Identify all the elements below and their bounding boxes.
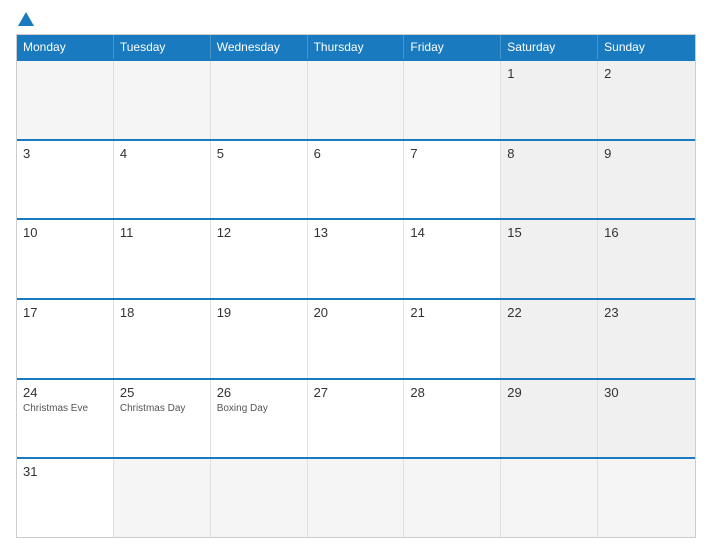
- calendar-cell: 14: [404, 220, 501, 298]
- day-number: 14: [410, 225, 494, 240]
- calendar-cell: 19: [211, 300, 308, 378]
- calendar-cell: 11: [114, 220, 211, 298]
- weekday-header-saturday: Saturday: [501, 35, 598, 59]
- calendar-cell: 9: [598, 141, 695, 219]
- calendar-cell: 30: [598, 380, 695, 458]
- calendar: MondayTuesdayWednesdayThursdayFridaySatu…: [16, 34, 696, 538]
- day-event: Christmas Eve: [23, 402, 107, 415]
- day-number: 4: [120, 146, 204, 161]
- day-number: 24: [23, 385, 107, 400]
- day-number: 16: [604, 225, 689, 240]
- calendar-cell: 17: [17, 300, 114, 378]
- calendar-cell: 23: [598, 300, 695, 378]
- calendar-row-3: 10 11 12 13 14 15 16: [17, 218, 695, 298]
- calendar-cell: [308, 61, 405, 139]
- day-number: 9: [604, 146, 689, 161]
- day-number: 7: [410, 146, 494, 161]
- calendar-cell: 1: [501, 61, 598, 139]
- calendar-cell: 25 Christmas Day: [114, 380, 211, 458]
- day-number: 22: [507, 305, 591, 320]
- header: [16, 12, 696, 26]
- logo: [16, 12, 36, 26]
- day-number: 15: [507, 225, 591, 240]
- calendar-cell: 13: [308, 220, 405, 298]
- day-number: 5: [217, 146, 301, 161]
- day-number: 6: [314, 146, 398, 161]
- day-number: 3: [23, 146, 107, 161]
- day-number: 17: [23, 305, 107, 320]
- calendar-row-2: 3456789: [17, 139, 695, 219]
- calendar-cell: 21: [404, 300, 501, 378]
- calendar-cell: 12: [211, 220, 308, 298]
- calendar-cell: 28: [404, 380, 501, 458]
- calendar-row-4: 17 18 19 20 21 22 23: [17, 298, 695, 378]
- calendar-cell: 27: [308, 380, 405, 458]
- day-number: 8: [507, 146, 591, 161]
- calendar-cell: [17, 61, 114, 139]
- day-number: 27: [314, 385, 398, 400]
- calendar-cell: 3: [17, 141, 114, 219]
- weekday-header-monday: Monday: [17, 35, 114, 59]
- calendar-cell: 18: [114, 300, 211, 378]
- day-event: Christmas Day: [120, 402, 204, 415]
- calendar-cell: 6: [308, 141, 405, 219]
- calendar-cell: 8: [501, 141, 598, 219]
- calendar-cell: [308, 459, 405, 537]
- calendar-cell: 4: [114, 141, 211, 219]
- day-event: Boxing Day: [217, 402, 301, 415]
- calendar-cell: [114, 61, 211, 139]
- calendar-cell: 15: [501, 220, 598, 298]
- calendar-cell: [211, 61, 308, 139]
- day-number: 11: [120, 225, 204, 240]
- calendar-cell: 5: [211, 141, 308, 219]
- day-number: 12: [217, 225, 301, 240]
- calendar-row-6: 31: [17, 457, 695, 537]
- calendar-cell: 24 Christmas Eve: [17, 380, 114, 458]
- day-number: 28: [410, 385, 494, 400]
- day-number: 31: [23, 464, 107, 479]
- day-number: 13: [314, 225, 398, 240]
- calendar-cell: 26 Boxing Day: [211, 380, 308, 458]
- calendar-row-1: 12: [17, 59, 695, 139]
- day-number: 30: [604, 385, 689, 400]
- day-number: 1: [507, 66, 591, 81]
- day-number: 21: [410, 305, 494, 320]
- day-number: 20: [314, 305, 398, 320]
- day-number: 10: [23, 225, 107, 240]
- calendar-cell: 7: [404, 141, 501, 219]
- calendar-cell: [404, 459, 501, 537]
- calendar-cell: 22: [501, 300, 598, 378]
- day-number: 23: [604, 305, 689, 320]
- calendar-cell: [404, 61, 501, 139]
- calendar-cell: 29: [501, 380, 598, 458]
- calendar-cell: 31: [17, 459, 114, 537]
- day-number: 19: [217, 305, 301, 320]
- calendar-cell: [114, 459, 211, 537]
- calendar-cell: [501, 459, 598, 537]
- weekday-header-friday: Friday: [404, 35, 501, 59]
- calendar-cell: [211, 459, 308, 537]
- day-number: 18: [120, 305, 204, 320]
- day-number: 29: [507, 385, 591, 400]
- calendar-cell: 2: [598, 61, 695, 139]
- day-number: 26: [217, 385, 301, 400]
- calendar-page: MondayTuesdayWednesdayThursdayFridaySatu…: [0, 0, 712, 550]
- day-number: 2: [604, 66, 689, 81]
- weekday-header-tuesday: Tuesday: [114, 35, 211, 59]
- calendar-header: MondayTuesdayWednesdayThursdayFridaySatu…: [17, 35, 695, 59]
- calendar-cell: 16: [598, 220, 695, 298]
- calendar-cell: [598, 459, 695, 537]
- calendar-body: 123456789101112131415161718192021222324C…: [17, 59, 695, 537]
- calendar-cell: 10: [17, 220, 114, 298]
- logo-triangle-icon: [18, 12, 34, 26]
- weekday-header-thursday: Thursday: [308, 35, 405, 59]
- calendar-cell: 20: [308, 300, 405, 378]
- calendar-row-5: 24 Christmas Eve 25 Christmas Day 26 Boxing D…: [17, 378, 695, 458]
- day-number: 25: [120, 385, 204, 400]
- weekday-header-wednesday: Wednesday: [211, 35, 308, 59]
- weekday-header-sunday: Sunday: [598, 35, 695, 59]
